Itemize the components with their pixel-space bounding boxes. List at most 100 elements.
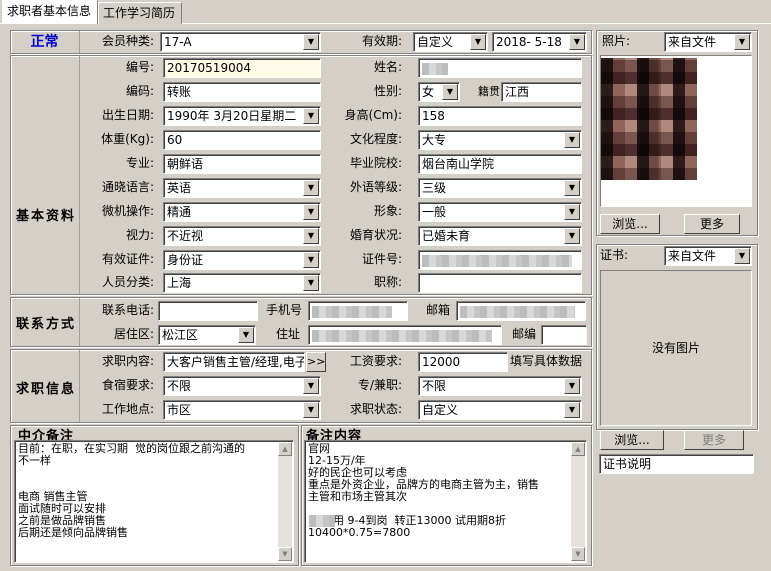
chevron-down-icon: ▼ [564, 180, 580, 196]
validity-mode-select[interactable]: 自定义 ▼ [413, 32, 488, 52]
chevron-down-icon: ▼ [734, 34, 750, 50]
gender-select[interactable]: 女 ▼ [418, 82, 460, 102]
weight-field[interactable]: 60 [163, 130, 321, 150]
appearance-select[interactable]: 一般 ▼ [418, 202, 582, 222]
weight-label: 体重(Kg): [101, 132, 154, 146]
phone-field[interactable] [158, 301, 258, 321]
validity-date-picker[interactable]: 2018- 5-18 ▼ [492, 32, 587, 52]
language-label: 通晓语言: [101, 180, 154, 194]
chevron-down-icon: ▼ [564, 204, 580, 220]
cert-browse-button[interactable]: 浏览... [600, 430, 664, 450]
computer-select[interactable]: 精通 ▼ [163, 202, 321, 222]
vision-select[interactable]: 不近视 ▼ [163, 226, 321, 246]
scrollbar[interactable]: ▲ ▼ [571, 442, 585, 561]
code-field[interactable]: 转账 [163, 82, 321, 102]
chevron-down-icon: ▼ [303, 108, 319, 124]
title-field[interactable] [418, 273, 582, 293]
chevron-down-icon: ▼ [303, 34, 319, 50]
scrollbar[interactable]: ▲ ▼ [278, 442, 292, 561]
photo-source-select[interactable]: 来自文件 ▼ [664, 32, 752, 52]
redacted-email [460, 305, 575, 318]
chevron-down-icon: ▼ [303, 378, 319, 394]
email-field[interactable] [456, 301, 586, 321]
chevron-down-icon: ▼ [303, 275, 319, 291]
tab-basic-info[interactable]: 求职者基本信息 [2, 0, 98, 24]
scroll-down-icon[interactable]: ▼ [571, 547, 585, 561]
job-content-field[interactable]: 大客户销售主管/经理,电子商务 [163, 352, 305, 372]
marital-select[interactable]: 已婚未育 ▼ [418, 226, 582, 246]
education-label: 文化程度: [349, 132, 402, 146]
scroll-up-icon[interactable]: ▲ [571, 442, 585, 456]
photo-more-button[interactable]: 更多 [684, 214, 740, 234]
height-label: 身高(Cm): [344, 108, 402, 122]
category-select[interactable]: 上海 ▼ [163, 273, 321, 293]
lang-level-select[interactable]: 三级 ▼ [418, 178, 582, 198]
salary-field[interactable]: 12000 [418, 352, 508, 372]
basic-section-cell [10, 56, 80, 294]
cert-empty-text: 没有图片 [651, 341, 700, 355]
id-no-label: 证件号: [361, 252, 402, 266]
housing-label: 食宿要求: [101, 378, 154, 392]
origin-field[interactable]: 江西 [501, 82, 582, 102]
redacted-address [312, 329, 492, 342]
chevron-down-icon: ▼ [564, 132, 580, 148]
basic-section-title: 基本资料 [16, 209, 77, 224]
id-type-label: 有效证件: [101, 252, 154, 266]
housing-select[interactable]: 不限 ▼ [163, 376, 321, 396]
notes-textarea[interactable]: 官网 12-15万/年 好的民企也可以考虑 重点是外资企业，品牌方的电商主管为主… [304, 440, 587, 563]
scroll-up-icon[interactable]: ▲ [278, 442, 292, 456]
school-field[interactable]: 烟台南山学院 [418, 154, 582, 174]
lang-level-label: 外语等级: [349, 180, 402, 194]
vision-label: 视力: [125, 228, 154, 242]
chevron-down-icon: ▼ [564, 378, 580, 394]
cert-more-button: 更多 [684, 430, 744, 450]
chevron-down-icon: ▼ [303, 204, 319, 220]
mobile-field[interactable] [308, 301, 408, 321]
major-field[interactable]: 朝鲜语 [163, 154, 321, 174]
tab-resume[interactable]: 工作学习简历 [98, 2, 182, 24]
job-section-title: 求职信息 [16, 382, 77, 397]
agent-notes-textarea[interactable]: 目前：在职，在实习期 觉的岗位跟之前沟通的 不一样 电商 销售主管 面试随时可以… [14, 440, 294, 563]
id-type-select[interactable]: 身份证 ▼ [163, 250, 321, 270]
redacted-company [309, 515, 335, 527]
cert-description-field[interactable]: 证书说明 [599, 454, 754, 474]
height-field[interactable]: 158 [418, 106, 582, 126]
language-select[interactable]: 英语 ▼ [163, 178, 321, 198]
location-label: 工作地点: [101, 402, 154, 416]
member-type-label: 会员种类: [101, 34, 154, 48]
name-field[interactable] [418, 58, 582, 78]
contact-section-title: 联系方式 [16, 317, 77, 332]
tab-bar: 求职者基本信息 工作学习简历 [0, 0, 771, 24]
photo-label: 照片: [602, 34, 631, 48]
school-label: 毕业院校: [349, 156, 402, 170]
address-label: 住址 [275, 327, 300, 341]
major-label: 专业: [125, 156, 154, 170]
number-field[interactable]: 20170519004 [163, 58, 321, 78]
birth-date-picker[interactable]: 1990年 3月20日星期二 ▼ [163, 106, 321, 126]
zip-field[interactable] [541, 325, 587, 345]
scroll-down-icon[interactable]: ▼ [278, 547, 292, 561]
job-content-more-button[interactable]: >> [306, 352, 326, 372]
photo-box [600, 55, 752, 207]
education-select[interactable]: 大专 ▼ [418, 130, 582, 150]
number-label: 编号: [125, 60, 154, 74]
job-state-select[interactable]: 自定义 ▼ [418, 400, 582, 420]
cert-source-select[interactable]: 来自文件 ▼ [664, 246, 752, 266]
salary-label: 工资要求: [349, 354, 402, 368]
chevron-down-icon: ▼ [470, 34, 486, 50]
redacted-id [422, 254, 572, 267]
chevron-down-icon: ▼ [303, 228, 319, 244]
status-text: 正常 [10, 31, 80, 53]
address-field[interactable] [308, 325, 502, 345]
district-label: 居住区: [113, 327, 154, 341]
district-select[interactable]: 松江区 ▼ [158, 325, 256, 345]
location-select[interactable]: 市区 ▼ [163, 400, 321, 420]
id-no-field[interactable] [418, 250, 582, 270]
job-type-select[interactable]: 不限 ▼ [418, 376, 582, 396]
chevron-down-icon: ▼ [442, 84, 458, 100]
photo-browse-button[interactable]: 浏览... [600, 214, 660, 234]
salary-hint: 填写具体数据 [510, 354, 583, 368]
job-content-label: 求职内容: [101, 354, 154, 368]
member-type-select[interactable]: 17-A ▼ [160, 32, 321, 52]
job-state-label: 求职状态: [349, 402, 402, 416]
